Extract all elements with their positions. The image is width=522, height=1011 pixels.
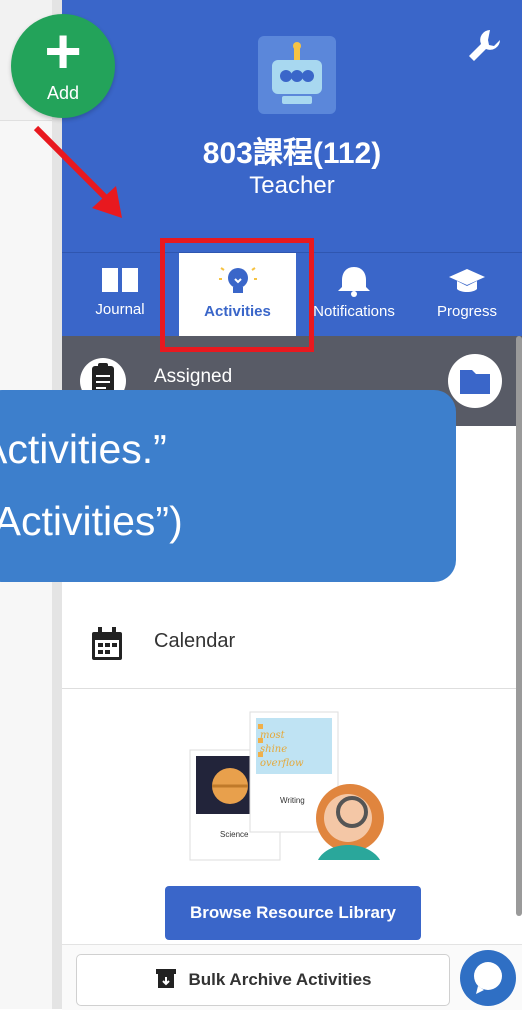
graduation-cap-icon bbox=[449, 269, 485, 292]
plus-icon: + bbox=[44, 15, 82, 87]
callout-text-line2: “Activities”) bbox=[0, 498, 183, 544]
calendar-label: Calendar bbox=[154, 630, 236, 652]
add-label: Add bbox=[46, 83, 80, 103]
folder-button[interactable] bbox=[448, 354, 502, 408]
tab-progress[interactable]: Progress bbox=[412, 253, 522, 337]
calendar-icon bbox=[90, 626, 124, 667]
bulk-archive-button[interactable]: Bulk Archive Activities bbox=[76, 954, 450, 1006]
science-card-label: Science bbox=[220, 830, 249, 839]
chat-button[interactable] bbox=[460, 950, 516, 1006]
archive-box-icon bbox=[155, 967, 177, 994]
robot-avatar-icon bbox=[258, 36, 336, 114]
resource-illustration: most shine overflow Science Writing bbox=[188, 710, 408, 870]
writing-card-label: Writing bbox=[280, 796, 305, 805]
add-button[interactable]: + Add bbox=[11, 14, 115, 118]
calendar-row[interactable]: Calendar bbox=[62, 600, 522, 689]
book-icon bbox=[102, 268, 138, 292]
scrollbar[interactable] bbox=[516, 336, 522, 916]
instruction-callout: Activities.” “Activities”) bbox=[0, 390, 456, 582]
bulk-archive-label: Bulk Archive Activities bbox=[188, 969, 372, 989]
bell-icon bbox=[338, 267, 370, 297]
note-line: most bbox=[260, 730, 285, 741]
activities-highlight-box bbox=[160, 238, 314, 352]
note-line: shine bbox=[260, 744, 288, 755]
tab-progress-label: Progress bbox=[436, 303, 498, 320]
callout-text-line1: Activities.” bbox=[0, 426, 167, 472]
red-arrow-annotation bbox=[33, 125, 122, 218]
note-line: overflow bbox=[260, 758, 304, 769]
chat-bubble-icon bbox=[474, 962, 502, 994]
folder-icon bbox=[460, 370, 490, 394]
assigned-label: Assigned bbox=[154, 366, 233, 387]
browse-resource-library-button[interactable]: Browse Resource Library bbox=[165, 886, 421, 940]
wrench-icon[interactable] bbox=[464, 26, 504, 66]
